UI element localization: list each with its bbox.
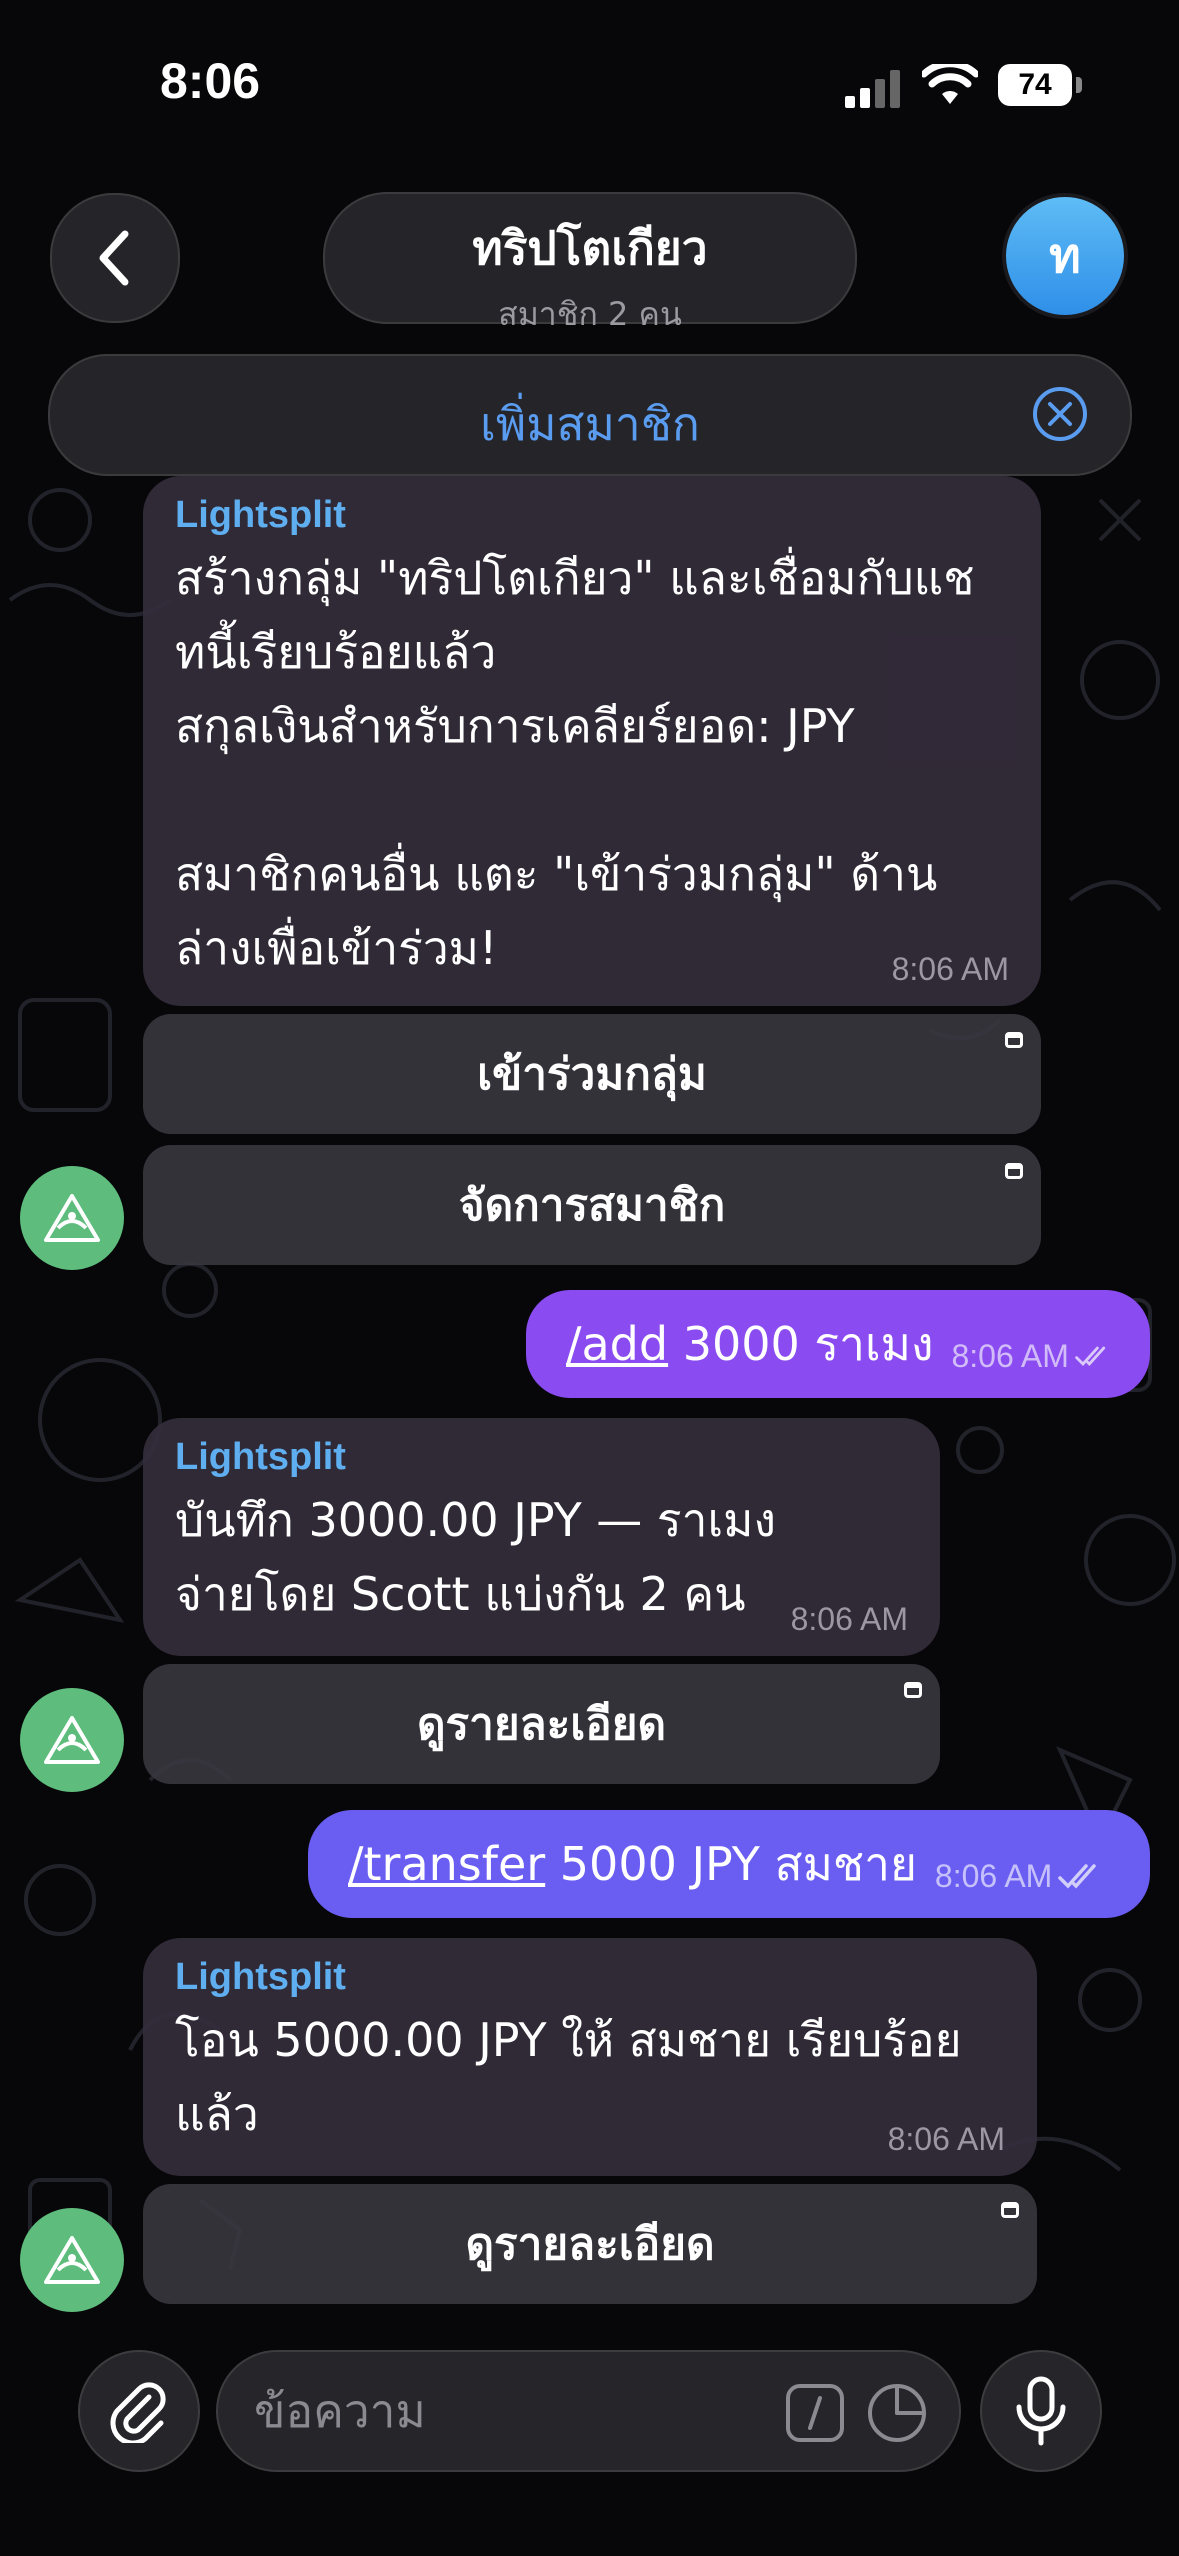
lightsplit-logo-icon: [44, 1194, 100, 1242]
inline-button-icon: [904, 1682, 922, 1698]
chat-subtitle: สมาชิก 2 คน: [498, 295, 682, 333]
message-time: 8:06 AM: [891, 951, 1009, 987]
add-member-label: เพิ่มสมาชิก: [480, 397, 700, 451]
manage-members-button[interactable]: จัดการสมาชิก: [143, 1145, 1041, 1265]
view-details-label: ดูรายละเอียด: [416, 1699, 667, 1750]
lightsplit-logo-icon: [44, 1716, 100, 1764]
message-rest: 3000 ราเมง: [668, 1316, 934, 1371]
join-group-label: เข้าร่วมกลุ่ม: [477, 1049, 707, 1100]
message-time: 8:06 AM: [934, 1857, 1053, 1894]
group-avatar-letter: ท: [1049, 228, 1081, 284]
composer-bar: [0, 2330, 1179, 2556]
message-rest: 5000 JPY สมชาย: [545, 1836, 917, 1891]
message-text: โอน 5000.00 JPY ให้ สมชาย เรียบร้อย แล้ว: [175, 2013, 962, 2141]
battery-indicator: 74: [998, 64, 1072, 106]
bot-command-link[interactable]: /transfer: [348, 1837, 545, 1891]
view-details-button[interactable]: ดูรายละเอียด: [143, 2184, 1037, 2304]
message-text: /transfer 5000 JPY สมชาย: [348, 1828, 917, 1901]
sender-name: Lightsplit: [175, 1436, 346, 1478]
sender-name: Lightsplit: [175, 494, 346, 536]
microphone-button[interactable]: [980, 2350, 1102, 2472]
bot-avatar[interactable]: [20, 2208, 124, 2312]
bot-message: Lightsplit โอน 5000.00 JPY ให้ สมชาย เรี…: [143, 1938, 1037, 2176]
cellular-signal-icon: [845, 70, 900, 108]
view-details-label: ดูรายละเอียด: [465, 2219, 715, 2270]
outgoing-message: /transfer 5000 JPY สมชาย 8:06 AM: [308, 1810, 1150, 1918]
lightsplit-logo-icon: [44, 2236, 100, 2284]
message-text: สร้างกลุ่ม "ทริปโตเกียว" และเชื่อมกับแช …: [175, 551, 975, 975]
wifi-icon: [922, 64, 978, 104]
inline-button-icon: [1001, 2202, 1019, 2218]
add-member-banner[interactable]: เพิ่มสมาชิก: [48, 354, 1132, 476]
bot-message: Lightsplit บันทึก 3000.00 JPY — ราเมง จ่…: [143, 1418, 940, 1656]
close-circle-icon[interactable]: [1032, 386, 1088, 442]
manage-members-label: จัดการสมาชิก: [458, 1180, 726, 1231]
message-time: 8:06 AM: [790, 1601, 908, 1637]
chat-title-pill[interactable]: ทริปโตเกียว สมาชิก 2 คน: [323, 192, 857, 333]
read-receipt-icon: [1058, 1864, 1097, 1889]
message-input[interactable]: [252, 2380, 776, 2442]
status-bar: 8:06 74: [0, 0, 1179, 170]
bot-avatar[interactable]: [20, 1166, 124, 1270]
outgoing-message: /add 3000 ราเมง 8:06 AM: [526, 1290, 1150, 1398]
bot-command-link[interactable]: /add: [566, 1317, 668, 1371]
message-input-pill: [216, 2350, 961, 2472]
microphone-icon: [1016, 2376, 1066, 2446]
inline-button-icon: [1005, 1163, 1023, 1179]
chevron-left-icon: [99, 230, 129, 286]
read-receipt-icon: [1075, 1346, 1106, 1367]
bot-avatar[interactable]: [20, 1688, 124, 1792]
chat-title: ทริปโตเกียว: [472, 221, 708, 275]
sticker-icon[interactable]: [866, 2382, 928, 2444]
slash-command-icon[interactable]: [784, 2382, 846, 2444]
bot-message: Lightsplit สร้างกลุ่ม "ทริปโตเกียว" และเ…: [143, 476, 1041, 1006]
status-time: 8:06: [160, 53, 261, 109]
battery-nub: [1076, 77, 1082, 93]
back-button[interactable]: [50, 193, 180, 323]
sender-name: Lightsplit: [175, 1956, 346, 1998]
paperclip-icon: [110, 2382, 166, 2443]
inline-button-icon: [1005, 1032, 1023, 1048]
view-details-button[interactable]: ดูรายละเอียด: [143, 1664, 940, 1784]
message-text: /add 3000 ราเมง: [566, 1308, 933, 1381]
join-group-button[interactable]: เข้าร่วมกลุ่ม: [143, 1014, 1041, 1134]
attach-button[interactable]: [78, 2350, 200, 2472]
message-time: 8:06 AM: [951, 1337, 1069, 1374]
group-avatar[interactable]: ท: [1002, 193, 1128, 319]
message-time: 8:06 AM: [887, 2121, 1005, 2157]
battery-level: 74: [1018, 68, 1052, 101]
